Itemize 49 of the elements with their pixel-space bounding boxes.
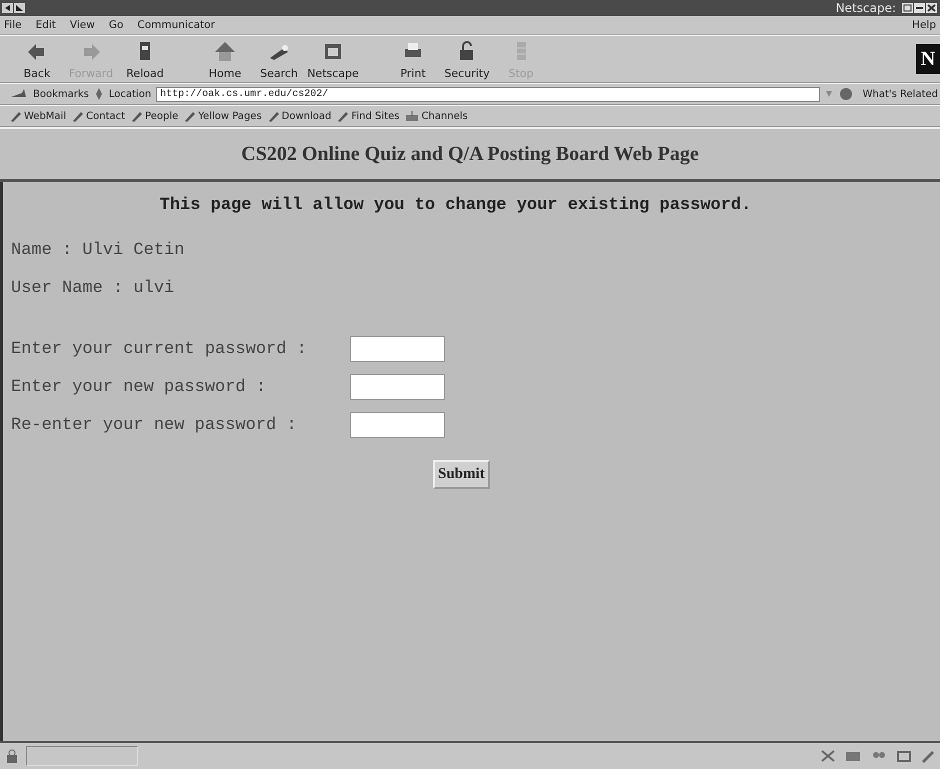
field-label: Enter your current password : <box>11 340 308 358</box>
password-field[interactable] <box>350 374 445 400</box>
intro-text: This page will allow you to change your existing password. <box>158 196 752 215</box>
bookmark-link[interactable]: Yellow Pages <box>184 110 262 122</box>
bookmark-icon <box>337 110 350 122</box>
menu-item[interactable]: Edit <box>36 19 56 31</box>
print-button[interactable]: Print <box>386 36 440 82</box>
folder-icon <box>405 110 420 122</box>
reload-button[interactable]: Reload <box>118 36 172 82</box>
page-heading: CS202 Online Quiz and Q/A Posting Board Web Page <box>241 142 699 166</box>
bookmark-icon <box>184 110 196 122</box>
bookmark-icon <box>268 110 280 122</box>
window-title: Netscape: <box>836 1 896 15</box>
submit-button[interactable]: Submit <box>433 460 490 489</box>
security-status-icon[interactable] <box>4 748 20 764</box>
user-name-text: User Name : ulvi <box>11 279 176 298</box>
window-controls-icon[interactable] <box>902 2 938 14</box>
back-button[interactable]: Back <box>10 36 64 82</box>
pencil-icon[interactable] <box>920 749 936 763</box>
bookmark-link[interactable]: Contact <box>72 110 126 122</box>
field-label: Re-enter your new password : <box>11 416 298 434</box>
bookmarks-button[interactable]: Bookmarks <box>33 88 89 100</box>
bookmark-link[interactable]: Channels <box>405 110 468 122</box>
password-field[interactable] <box>350 336 445 362</box>
bookmark-link[interactable]: People <box>131 110 178 122</box>
menu-item[interactable]: File <box>4 19 22 31</box>
password-field[interactable] <box>350 412 445 438</box>
window-menu-icon[interactable] <box>2 2 26 14</box>
bookmark-icon <box>72 110 84 122</box>
help-menu[interactable]: Help <box>912 19 936 31</box>
name-text: Name : Ulvi Cetin <box>11 241 186 260</box>
menu-item[interactable]: Communicator <box>137 19 215 31</box>
bookmark-link[interactable]: WebMail <box>10 110 66 122</box>
menu-item[interactable]: Go <box>108 19 124 31</box>
menu-item[interactable]: View <box>70 19 95 31</box>
bookmark-link[interactable]: Find Sites <box>337 110 400 122</box>
whats-related-button[interactable]: What's Related <box>862 88 938 100</box>
location-field[interactable]: http://oak.cs.umr.edu/cs202/ <box>156 86 820 102</box>
netscape-button[interactable]: Netscape <box>306 36 360 82</box>
n-logo[interactable]: N <box>916 44 940 74</box>
search-button[interactable]: Search <box>252 36 306 82</box>
location-icon <box>94 87 104 101</box>
bookmark-icon <box>131 110 144 122</box>
bookmark-icon <box>10 110 22 122</box>
security-button[interactable]: Security <box>440 36 494 82</box>
field-label: Enter your new password : <box>11 378 268 396</box>
bookmark-link[interactable]: Download <box>268 110 332 122</box>
location-label: Location <box>108 88 152 100</box>
home-button[interactable]: Home <box>198 36 252 82</box>
